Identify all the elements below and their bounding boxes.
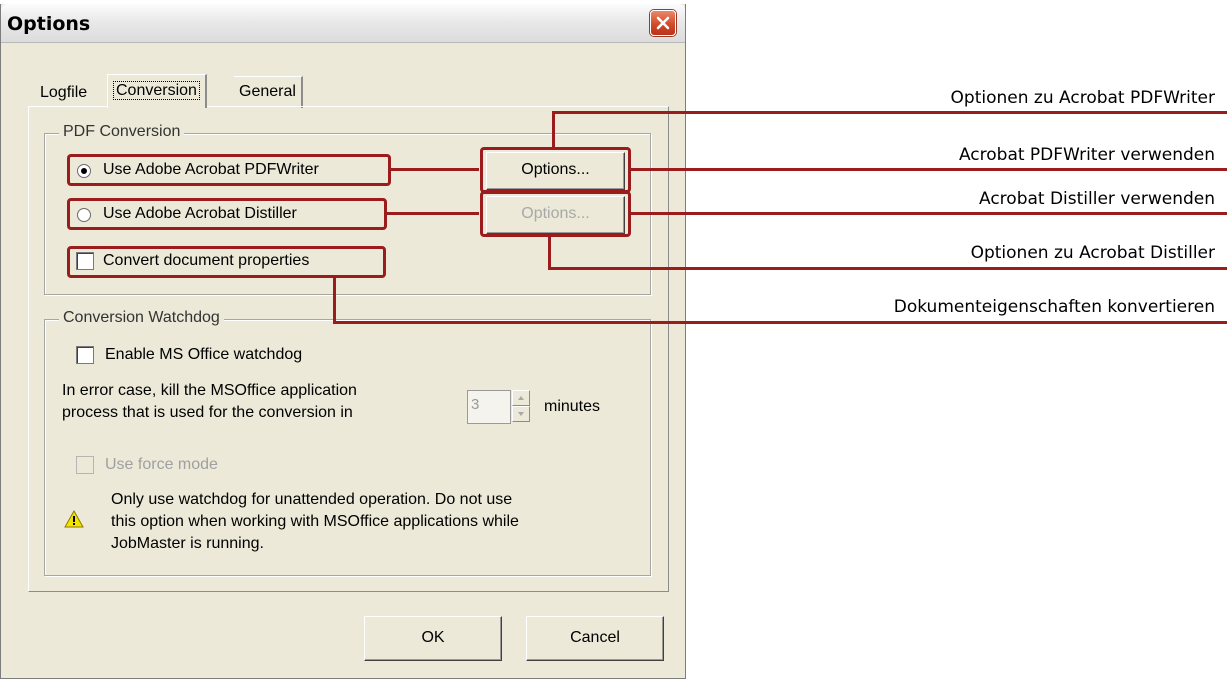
tab-logfile[interactable]: Logfile: [35, 78, 92, 108]
line-pdfwriter-options-horiz: [552, 111, 1227, 114]
line-pdfwriter-use: [630, 168, 1227, 171]
ok-button[interactable]: OK: [364, 616, 502, 661]
callout-pdfwriter-use: Acrobat PDFWriter verwenden: [958, 145, 1215, 165]
line-distiller-radio: [386, 212, 479, 215]
callout-pdfwriter-options: Optionen zu Acrobat PDFWriter: [950, 88, 1215, 108]
line-pdfwriter-options-vert: [552, 111, 555, 147]
line-doc-properties-vert: [333, 278, 336, 323]
title-bar: Options: [1, 4, 685, 43]
tab-general-label: General: [239, 83, 296, 100]
line-distiller-use: [630, 212, 1227, 215]
tab-general[interactable]: General: [234, 76, 303, 108]
tab-logfile-label: Logfile: [40, 84, 88, 101]
tab-conversion[interactable]: Conversion: [107, 74, 207, 108]
tab-conversion-label: Conversion: [113, 81, 200, 100]
highlight-convert-properties: [67, 246, 386, 278]
callout-doc-properties: Dokumenteigenschaften konvertieren: [893, 297, 1215, 317]
line-doc-properties-horiz: [333, 321, 1227, 324]
line-distiller-options-vert: [548, 237, 551, 269]
dialog-title: Options: [7, 13, 91, 35]
line-distiller-options-horiz: [548, 267, 1227, 270]
highlight-distiller-radio: [67, 198, 387, 230]
highlight-pdfwriter-options: [480, 147, 631, 193]
close-icon: [656, 16, 670, 30]
callout-distiller-options: Optionen zu Acrobat Distiller: [970, 243, 1215, 263]
highlight-distiller-options: [480, 191, 631, 237]
cancel-button[interactable]: Cancel: [526, 616, 664, 661]
line-pdfwriter-radio: [390, 168, 479, 171]
callout-distiller-use: Acrobat Distiller verwenden: [979, 189, 1215, 209]
highlight-pdfwriter-radio: [67, 154, 391, 186]
close-button[interactable]: [650, 10, 676, 36]
options-dialog: Options Logfile Conversion General PDF C…: [0, 4, 686, 679]
